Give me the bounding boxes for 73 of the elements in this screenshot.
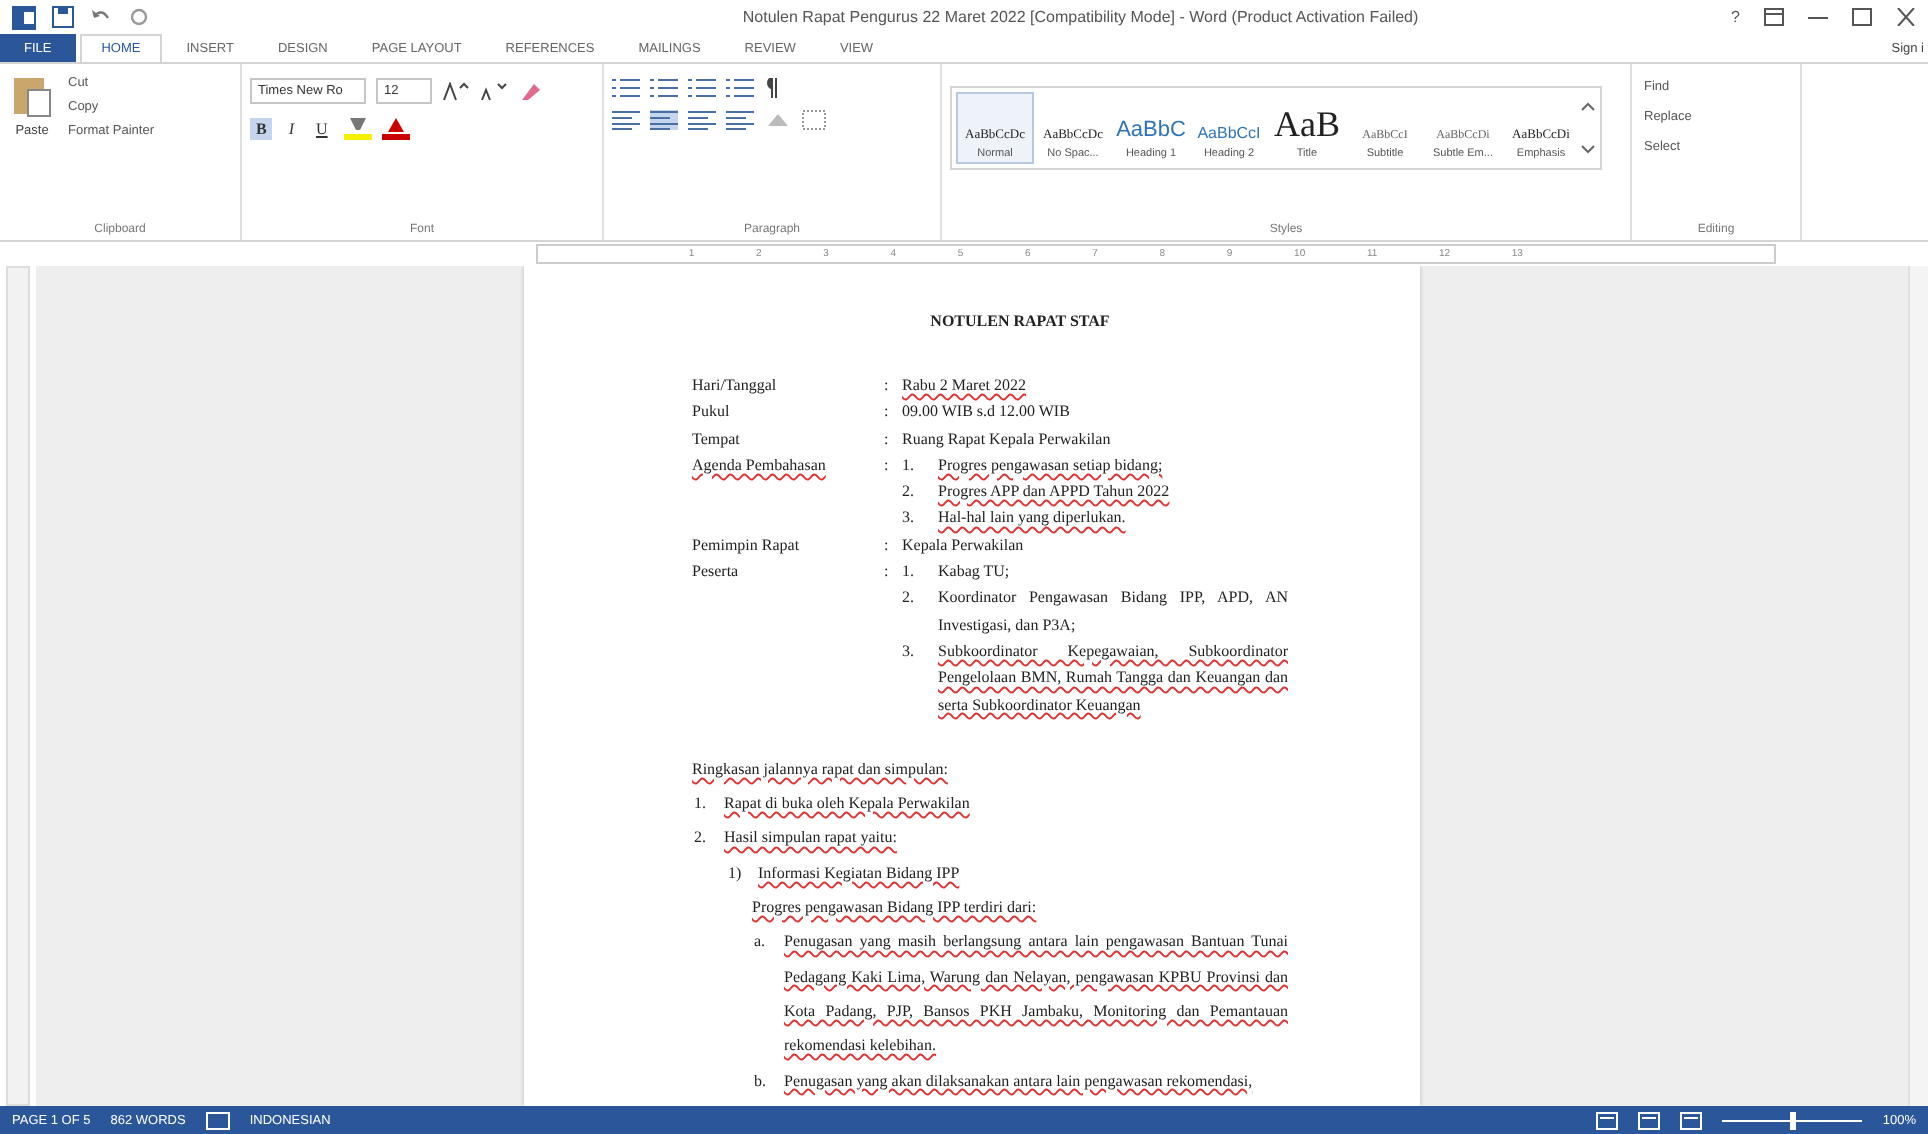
align-icon[interactable] xyxy=(688,110,716,130)
view-mode-icon[interactable] xyxy=(1596,1111,1619,1129)
word-logo-icon xyxy=(12,5,36,29)
colon: : xyxy=(884,560,891,585)
list-text: Informasi Kegiatan Bidang IPP xyxy=(758,861,962,886)
align-icon[interactable] xyxy=(650,110,678,130)
list-number: 1. xyxy=(902,453,916,478)
paragraph: Progres pengawasan Bidang IPP terdiri dari: xyxy=(752,896,1039,921)
list-text: Hasil simpulan rapat yaitu: xyxy=(724,826,899,851)
pilcrow-icon[interactable] xyxy=(764,78,780,98)
colon: : xyxy=(884,453,891,478)
field-value: Progres pengawasan setiap bidang; xyxy=(938,453,1165,478)
field-value: Subkoordinator Kepegawaian, Subkoordinator Pengelolaan BMN, Rumah Tangga dan Keuangan dan serta Subkoordinator Keuangan xyxy=(938,639,1288,718)
list-icon[interactable] xyxy=(650,78,678,98)
field-value: Kepala Perwakilan xyxy=(902,533,1026,558)
window-title: Notulen Rapat Pengurus 22 Maret 2022 [Compatibility Mode] - Word (Product Activation Failed) xyxy=(740,8,1421,26)
help-button[interactable]: ? xyxy=(1731,8,1740,26)
colon: : xyxy=(884,427,891,452)
document-title: NOTULEN RAPAT STAF xyxy=(928,310,1112,334)
list-number: b. xyxy=(754,1069,768,1094)
proofing-icon[interactable] xyxy=(205,1111,230,1129)
colon: : xyxy=(884,400,891,425)
field-label: Pukul xyxy=(692,400,732,425)
grow-font-icon[interactable] xyxy=(442,81,470,101)
ribbon-display-icon[interactable] xyxy=(1764,8,1784,26)
colon: : xyxy=(884,374,891,398)
format-button[interactable]: I xyxy=(282,117,301,139)
list-number: a. xyxy=(754,930,768,955)
scroll-bar[interactable] xyxy=(1908,266,1928,1106)
field-value: Koordinator Pengawasan Bidang IPP, APD, AN Investigasi, dan P3A; xyxy=(938,586,1288,638)
save-icon[interactable] xyxy=(52,6,74,28)
field-value: Rabu 2 Maret 2022 xyxy=(902,374,1028,398)
view-mode-icon[interactable] xyxy=(1638,1111,1661,1129)
zoom-slider-thumb[interactable] xyxy=(1790,1111,1797,1129)
field-label: Hari/Tanggal xyxy=(692,374,779,398)
section-heading: Ringkasan jalannya rapat dan simpulan: xyxy=(692,757,950,782)
font-color-icon[interactable] xyxy=(381,116,410,140)
clipboard-icon xyxy=(12,74,52,118)
list-number: 3. xyxy=(902,506,916,531)
borders-icon[interactable] xyxy=(802,110,826,130)
align-icon[interactable] xyxy=(612,110,640,130)
list-icon[interactable] xyxy=(612,78,640,98)
maximize-icon[interactable] xyxy=(1852,8,1872,26)
list-number: 3. xyxy=(902,639,916,664)
list-number: 1) xyxy=(728,861,744,886)
list-number: 2. xyxy=(902,480,916,505)
list-icon[interactable] xyxy=(726,78,754,98)
field-label: Peserta xyxy=(692,560,741,585)
list-text: Penugasan yang masih berlangsung antara lain pengawasan Bantuan Tunai Pedagang Kaki Lima, Warung dan Nelayan, pengawasan KPBU Provinsi dan Kota Padang, PJP, Bansos PKH Jambaku, Monitoring dan Pemantauan rekomendasi kelebihan. xyxy=(784,930,1288,1059)
highlight-icon[interactable] xyxy=(343,116,372,140)
list-number: 1. xyxy=(902,560,916,585)
field-value: 09.00 WIB s.d 12.00 WIB xyxy=(902,400,1072,425)
field-label: Tempat xyxy=(692,427,742,452)
list-number: 1. xyxy=(694,792,708,817)
clear-formatting-icon[interactable] xyxy=(518,81,542,101)
list-icon[interactable] xyxy=(688,78,716,98)
format-button[interactable]: B xyxy=(250,117,273,139)
field-value: Ruang Rapat Kepala Perwakilan xyxy=(902,427,1113,452)
view-mode-icon[interactable] xyxy=(1680,1111,1703,1129)
format-button[interactable]: U xyxy=(310,117,334,139)
list-number: 2. xyxy=(694,826,708,851)
field-value: Hal-hal lain yang diperlukan. xyxy=(938,506,1128,531)
shrink-font-icon[interactable] xyxy=(480,81,508,101)
close-icon[interactable] xyxy=(1896,8,1916,26)
list-number: 2. xyxy=(902,586,916,611)
align-icon[interactable] xyxy=(726,110,754,130)
field-label: Pemimpin Rapat xyxy=(692,533,802,558)
field-label: Agenda Pembahasan xyxy=(692,453,828,478)
field-value: Progres APP dan APPD Tahun 2022 xyxy=(938,480,1172,505)
list-text: Rapat di buka oleh Kepala Perwakilan xyxy=(724,792,972,817)
field-value: Kabag TU; xyxy=(938,560,1012,585)
colon: : xyxy=(884,533,891,558)
list-text: Penugasan yang akan dilaksanakan antara lain pengawasan rekomendasi, xyxy=(784,1069,1255,1094)
